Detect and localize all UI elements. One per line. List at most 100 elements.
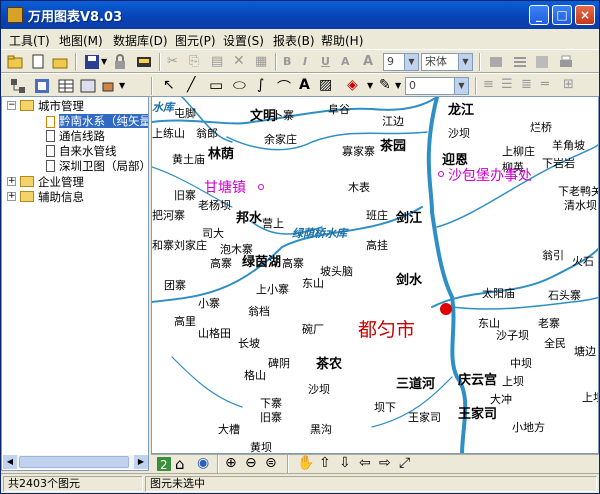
- font-size-select[interactable]: 9 ▼: [383, 53, 419, 71]
- map-label: 屯脚: [174, 107, 196, 120]
- map-label: 东山: [302, 277, 324, 290]
- pan-down-icon[interactable]: ⇩: [339, 455, 351, 471]
- map-label: 烂桥: [530, 121, 552, 134]
- chevron-down-icon: ▼: [458, 54, 472, 70]
- menu-help[interactable]: 帮助(H): [321, 32, 363, 49]
- globe-icon[interactable]: ◉: [197, 455, 209, 471]
- menu-database[interactable]: 数据库(D): [113, 32, 168, 49]
- pan-hand-icon[interactable]: ✋: [297, 455, 314, 471]
- scroll-thumb[interactable]: [19, 456, 129, 468]
- map-label: 和寨: [152, 239, 174, 252]
- zoom-in-icon[interactable]: ⊕: [225, 455, 237, 471]
- curve-tool-icon[interactable]: ∫: [257, 77, 264, 93]
- maximize-button[interactable]: □: [552, 5, 572, 25]
- line-dash-icon[interactable]: ☰: [501, 77, 513, 92]
- ellipse-tool-icon[interactable]: ⬭: [233, 76, 246, 94]
- home-icon[interactable]: ⌂: [175, 455, 185, 473]
- image-tool-icon[interactable]: ▨: [319, 77, 332, 93]
- grid-icon[interactable]: [79, 77, 97, 95]
- tree-toggle-icon[interactable]: [9, 77, 27, 95]
- layer-icon[interactable]: [533, 53, 551, 71]
- delete-icon[interactable]: ✕: [233, 53, 245, 69]
- snap-icon[interactable]: [101, 77, 119, 95]
- save-icon[interactable]: [83, 53, 101, 71]
- window-title: 万用图表V8.03: [28, 10, 123, 25]
- fill-color-icon[interactable]: ◈: [347, 77, 358, 93]
- tree-item-aux[interactable]: 辅助信息: [38, 190, 84, 204]
- pointer-icon[interactable]: ↖: [163, 77, 175, 93]
- cut-icon[interactable]: ✂: [167, 54, 178, 69]
- open-folder-icon[interactable]: [7, 53, 25, 71]
- tree-item-water[interactable]: 黔南水系（纯矢量: [59, 114, 148, 128]
- pen-color-icon[interactable]: ✎: [379, 77, 391, 93]
- polygon-tool-icon[interactable]: ⌒: [277, 77, 291, 97]
- zoom-out-icon[interactable]: ⊖: [245, 455, 257, 471]
- font-color-icon[interactable]: A: [363, 54, 373, 69]
- minimize-button[interactable]: _: [529, 5, 549, 25]
- align-icon[interactable]: [511, 53, 529, 71]
- town-label: 剑水: [396, 273, 423, 288]
- map-canvas[interactable]: 水库 绿荫桥水库 屯脚 文明 卜寨 阜谷 龙江 上练山 翁郎 余家庄 江边 沙坝…: [151, 96, 599, 454]
- fullscreen-icon[interactable]: ⤢: [399, 455, 410, 471]
- expand-icon[interactable]: +: [7, 192, 16, 201]
- font-name-select[interactable]: 宋体 ▼: [421, 53, 473, 71]
- new-file-icon[interactable]: [29, 53, 47, 71]
- open-file-icon[interactable]: [51, 53, 69, 71]
- menu-report[interactable]: 报表(B): [273, 32, 315, 49]
- line-style-icon[interactable]: ≡: [483, 77, 494, 92]
- paste-icon[interactable]: ▤: [211, 54, 223, 69]
- scroll-right-icon[interactable]: ▶: [134, 455, 148, 469]
- text-tool-icon[interactable]: A: [299, 77, 310, 93]
- tree-item-pipeline[interactable]: 自来水管线: [59, 144, 117, 158]
- chevron-down-icon[interactable]: ▼: [119, 81, 125, 90]
- town-label: 三道河: [396, 377, 436, 392]
- reservoir-label: 水库: [152, 101, 174, 114]
- refresh-icon[interactable]: 2: [155, 455, 173, 473]
- pan-left-icon[interactable]: ⇦: [359, 455, 371, 471]
- bold-icon[interactable]: B: [283, 55, 291, 68]
- chevron-down-icon[interactable]: ▼: [395, 81, 401, 90]
- group-icon[interactable]: ⊞: [563, 77, 574, 92]
- town-label: 邦水: [236, 211, 263, 226]
- menu-element[interactable]: 图元(P): [175, 32, 216, 49]
- map-label: 下岩岩: [542, 157, 575, 170]
- expand-icon[interactable]: +: [7, 177, 16, 186]
- town-label: 剑江: [396, 211, 423, 226]
- map-label: 小寨: [198, 297, 220, 310]
- tree-item-telecom[interactable]: 通信线路: [59, 129, 105, 143]
- line-tool-icon[interactable]: ╱: [187, 77, 195, 93]
- collapse-icon[interactable]: −: [7, 101, 16, 110]
- layer-manager-icon[interactable]: [33, 77, 51, 95]
- copy-icon[interactable]: ⎘: [189, 54, 199, 69]
- close-button[interactable]: ×: [575, 5, 595, 25]
- strike-icon[interactable]: A: [341, 55, 350, 68]
- tree-scrollbar[interactable]: ◀ ▶: [3, 455, 148, 469]
- table-icon[interactable]: [57, 77, 75, 95]
- arrow-style-icon[interactable]: ≣: [521, 77, 532, 92]
- menu-tools[interactable]: 工具(T): [9, 32, 50, 49]
- scroll-left-icon[interactable]: ◀: [3, 455, 17, 469]
- italic-icon[interactable]: I: [303, 55, 307, 68]
- line-width-select[interactable]: 0 ▼: [405, 77, 469, 95]
- rectangle-tool-icon[interactable]: ▭: [209, 76, 223, 94]
- underline-icon[interactable]: U: [321, 55, 330, 68]
- map-label: 旧寨: [260, 411, 282, 424]
- pan-up-icon[interactable]: ⇧: [319, 455, 331, 471]
- properties-icon[interactable]: ▦: [255, 54, 267, 69]
- scan-icon[interactable]: [135, 53, 153, 71]
- pan-right-icon[interactable]: ⇨: [379, 455, 391, 471]
- title-bar[interactable]: 万用图表V8.03 _ □ ×: [1, 1, 599, 29]
- zoom-extent-icon[interactable]: ⊜: [265, 455, 277, 471]
- stamp-icon[interactable]: [487, 53, 505, 71]
- tree-item-satellite[interactable]: 深圳卫图（局部）: [59, 159, 148, 173]
- menu-map[interactable]: 地图(M): [59, 32, 103, 49]
- lock-icon[interactable]: [111, 53, 129, 71]
- tree-item-enterprise[interactable]: 企业管理: [38, 175, 84, 189]
- map-label: 上柳庄: [502, 145, 535, 158]
- chevron-down-icon[interactable]: ▼: [367, 81, 373, 90]
- line-end-icon[interactable]: ═: [541, 77, 549, 92]
- tree-item-city[interactable]: 城市管理: [38, 99, 84, 113]
- menu-settings[interactable]: 设置(S): [223, 32, 264, 49]
- save-dropdown-icon[interactable]: ▼: [101, 57, 107, 66]
- print-icon[interactable]: [557, 53, 575, 71]
